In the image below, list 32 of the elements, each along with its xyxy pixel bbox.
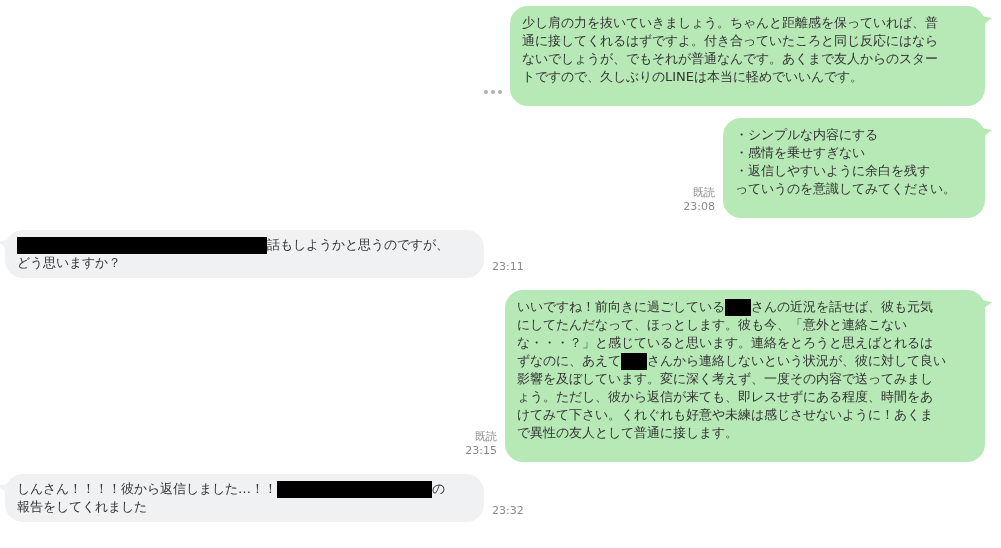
message-text: な・・・？」と感じていると思います。連絡をとろうと思えばとれるは xyxy=(517,334,933,352)
message-text: 話もしようかと思うのですが、 xyxy=(267,236,449,254)
message-text: どう思いますか？ xyxy=(17,254,121,272)
message-text: ・返信しやすいように余白を残す xyxy=(735,162,930,180)
read-receipt: 既読 xyxy=(475,430,497,444)
message-text: の xyxy=(432,480,445,498)
message-time: 23:08 xyxy=(683,200,715,214)
message-text: ・感情を乗せすぎない xyxy=(735,144,865,162)
message-text: っていうのを意識してみてください。 xyxy=(735,180,956,198)
message-text: にしてたんだなって、ほっとします。彼も今、「意外と連絡こない xyxy=(517,316,907,334)
message-text: さんの近況を話せば、彼も元気 xyxy=(751,298,933,316)
message-text: ずなのに、あえて xyxy=(517,352,621,370)
message-text: 通に接してくれるはずですよ。付き合っていたころと同じ反応にはなら xyxy=(522,32,938,50)
message-text: けてみて下さい。くれぐれも好意や未練は感じさせないように！あくま xyxy=(517,406,933,424)
message-text: 少し肩の力を抜いていきましょう。ちゃんと距離感を保っていれば、普 xyxy=(522,14,938,32)
message-text: 報告をしてくれました xyxy=(17,498,147,516)
message-text: さんから連絡しないという状況が、彼に対して良い xyxy=(647,352,946,370)
message-text: ないでしょうが、でもそれが普通なんです。あくまで友人からのスター xyxy=(522,50,938,68)
message-time: 23:15 xyxy=(465,444,497,458)
message-text: 影響を及ぼしています。変に深く考えず、一度その内容で送ってみまし xyxy=(517,370,933,388)
message-text: しんさん！！！！彼から返信しました…！！ xyxy=(17,480,277,498)
message-text: ょう。ただし、彼から返信が来ても、即レスせずにある程度、時間をあ xyxy=(517,388,933,406)
redaction-block xyxy=(621,352,647,370)
redaction-block xyxy=(725,298,751,316)
more-dots-icon[interactable] xyxy=(484,90,502,94)
message-text: ・シンプルな内容にする xyxy=(735,126,878,144)
message-text: トですので、久しぶりのLINEは本当に軽めでいいんです。 xyxy=(522,68,863,86)
message-time: 23:32 xyxy=(492,504,524,518)
read-receipt: 既読 xyxy=(693,186,715,200)
message-text: いいですね！前向きに過ごしている xyxy=(517,298,725,316)
message-time: 23:11 xyxy=(492,260,524,274)
message-text: で異性の友人として普通に接します。 xyxy=(517,424,738,442)
